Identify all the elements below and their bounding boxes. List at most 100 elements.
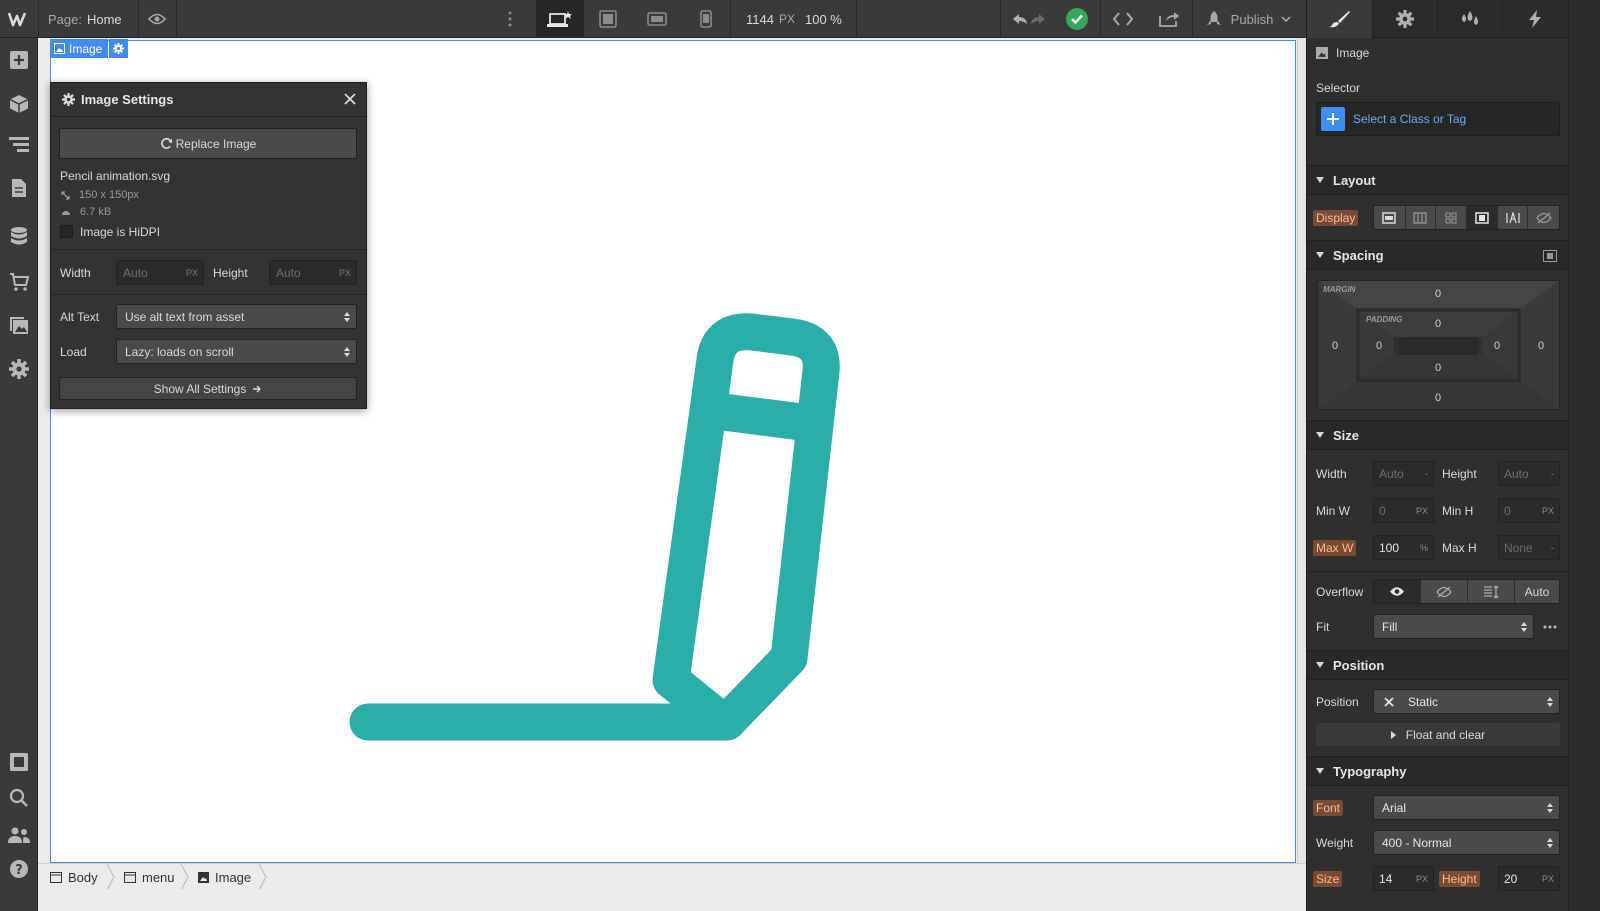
layout-section-header[interactable]: Layout bbox=[1307, 165, 1568, 195]
height-placeholder: Auto bbox=[276, 265, 301, 280]
select-arrows-icon bbox=[1547, 803, 1553, 813]
help-icon[interactable]: ? bbox=[0, 851, 38, 887]
fit-select[interactable]: Fill bbox=[1373, 614, 1534, 639]
hidpi-checkbox[interactable] bbox=[60, 225, 73, 238]
pencil-animation-image[interactable] bbox=[347, 296, 847, 746]
display-grid-icon[interactable] bbox=[1436, 206, 1467, 229]
padding-bottom-value[interactable]: 0 bbox=[1435, 362, 1441, 374]
symbols-icon[interactable] bbox=[0, 86, 38, 122]
max-height-input[interactable]: None - bbox=[1498, 535, 1560, 560]
add-panel-icon[interactable] bbox=[0, 42, 38, 78]
overflow-auto-option[interactable]: Auto bbox=[1515, 580, 1559, 603]
height-unit[interactable]: PX bbox=[339, 268, 351, 278]
close-icon[interactable] bbox=[344, 93, 356, 105]
load-select[interactable]: Lazy: loads on scroll bbox=[116, 339, 357, 364]
min-height-unit[interactable]: PX bbox=[1542, 506, 1554, 516]
webflow-logo[interactable] bbox=[0, 0, 38, 38]
add-class-plus-icon[interactable] bbox=[1321, 107, 1345, 131]
float-and-clear-toggle[interactable]: Float and clear bbox=[1316, 723, 1560, 746]
padding-top-value[interactable]: 0 bbox=[1435, 318, 1441, 330]
font-size-unit[interactable]: PX bbox=[1416, 874, 1428, 884]
margin-right-value[interactable]: 0 bbox=[1538, 340, 1544, 352]
height-input[interactable]: Auto PX bbox=[269, 260, 357, 285]
min-height-input[interactable]: 0 PX bbox=[1498, 498, 1560, 523]
display-flex-icon[interactable] bbox=[1405, 206, 1437, 229]
position-select[interactable]: Static bbox=[1373, 689, 1560, 714]
size-width-input[interactable]: Auto - bbox=[1373, 461, 1434, 486]
tablet-breakpoint-icon[interactable] bbox=[584, 0, 632, 38]
publish-button[interactable]: Publish bbox=[1198, 0, 1298, 38]
position-section-header[interactable]: Position bbox=[1307, 650, 1568, 680]
replace-image-button[interactable]: Replace Image bbox=[59, 128, 357, 159]
font-select[interactable]: Arial bbox=[1373, 795, 1560, 820]
preview-eye-icon[interactable] bbox=[138, 0, 176, 38]
width-input[interactable]: Auto PX bbox=[116, 260, 204, 285]
typography-section-header[interactable]: Typography bbox=[1307, 756, 1568, 786]
page-selector[interactable]: Page: Home bbox=[48, 0, 122, 38]
margin-bottom-value[interactable]: 0 bbox=[1435, 392, 1441, 404]
mobile-portrait-icon[interactable] bbox=[682, 0, 730, 38]
caret-down-icon bbox=[1316, 177, 1324, 183]
size-width-unit[interactable]: - bbox=[1425, 469, 1428, 479]
margin-left-value[interactable]: 0 bbox=[1332, 340, 1338, 352]
ecommerce-cart-icon[interactable] bbox=[0, 264, 38, 300]
users-icon[interactable] bbox=[0, 817, 38, 853]
display-inline-block-icon[interactable] bbox=[1467, 206, 1498, 229]
overflow-visible-eye-icon[interactable] bbox=[1374, 580, 1421, 603]
selected-element-label[interactable]: Image bbox=[50, 39, 109, 58]
element-settings-gear-icon[interactable] bbox=[109, 39, 129, 58]
more-options-icon[interactable] bbox=[500, 0, 520, 38]
style-manager-drops-icon[interactable] bbox=[1437, 0, 1502, 38]
pages-icon[interactable] bbox=[0, 170, 38, 206]
spacing-section-header[interactable]: Spacing bbox=[1307, 240, 1568, 270]
selector-field[interactable]: Select a Class or Tag bbox=[1316, 102, 1560, 136]
alt-text-select[interactable]: Use alt text from asset bbox=[116, 304, 357, 329]
max-width-unit[interactable]: % bbox=[1420, 543, 1428, 553]
width-unit[interactable]: PX bbox=[186, 268, 198, 278]
font-value: Arial bbox=[1382, 800, 1407, 815]
navigator-icon[interactable] bbox=[0, 127, 38, 163]
weight-select[interactable]: 400 - Normal bbox=[1373, 830, 1560, 855]
search-icon[interactable] bbox=[0, 780, 38, 816]
share-icon[interactable] bbox=[1146, 0, 1192, 38]
padding-right-value[interactable]: 0 bbox=[1494, 340, 1500, 352]
overflow-scroll-icon[interactable] bbox=[1468, 580, 1515, 603]
selected-element-tag[interactable]: Image bbox=[50, 39, 129, 58]
code-export-icon[interactable] bbox=[1100, 0, 1146, 38]
padding-left-value[interactable]: 0 bbox=[1376, 340, 1382, 352]
overflow-hidden-icon[interactable] bbox=[1421, 580, 1468, 603]
undo-redo[interactable] bbox=[1004, 0, 1054, 38]
line-height-unit[interactable]: PX bbox=[1542, 874, 1554, 884]
line-height-input[interactable]: 20 PX bbox=[1498, 866, 1560, 891]
margin-top-value[interactable]: 0 bbox=[1435, 288, 1441, 300]
interactions-bolt-icon[interactable] bbox=[1502, 0, 1567, 38]
style-tab-brush-icon[interactable] bbox=[1307, 0, 1372, 38]
show-all-settings-button[interactable]: Show All Settings bbox=[59, 377, 357, 400]
mobile-landscape-icon[interactable] bbox=[632, 0, 682, 38]
panel-scrollbar[interactable] bbox=[1568, 0, 1600, 911]
cms-icon[interactable] bbox=[0, 218, 38, 254]
settings-tab-gear-icon[interactable] bbox=[1372, 0, 1437, 38]
min-width-input[interactable]: 0 PX bbox=[1373, 498, 1434, 523]
size-section-header[interactable]: Size bbox=[1307, 420, 1568, 450]
min-width-unit[interactable]: PX bbox=[1416, 506, 1428, 516]
max-height-unit[interactable]: - bbox=[1551, 543, 1554, 553]
resize-icon bbox=[61, 190, 70, 200]
settings-gear-icon[interactable] bbox=[0, 351, 38, 387]
max-width-input[interactable]: 100 % bbox=[1373, 535, 1434, 560]
display-inline-icon[interactable] bbox=[1497, 206, 1529, 229]
breadcrumb-menu[interactable]: menu bbox=[124, 864, 175, 890]
size-height-unit[interactable]: - bbox=[1551, 469, 1554, 479]
outline-toggle-icon[interactable] bbox=[0, 744, 38, 780]
font-size-input[interactable]: 14 PX bbox=[1373, 866, 1434, 891]
desktop-breakpoint-icon[interactable] bbox=[536, 0, 584, 38]
more-fit-options-icon[interactable] bbox=[1543, 625, 1557, 629]
display-block-icon[interactable] bbox=[1374, 206, 1406, 229]
assets-icon[interactable] bbox=[0, 308, 38, 344]
size-height-input[interactable]: Auto - bbox=[1498, 461, 1560, 486]
spacing-preset-icon[interactable] bbox=[1543, 250, 1557, 262]
canvas-scrollbar[interactable] bbox=[1297, 38, 1306, 863]
breadcrumb-body[interactable]: Body bbox=[50, 864, 98, 890]
breadcrumb-image[interactable]: Image bbox=[198, 864, 251, 890]
display-none-icon[interactable] bbox=[1528, 206, 1559, 229]
